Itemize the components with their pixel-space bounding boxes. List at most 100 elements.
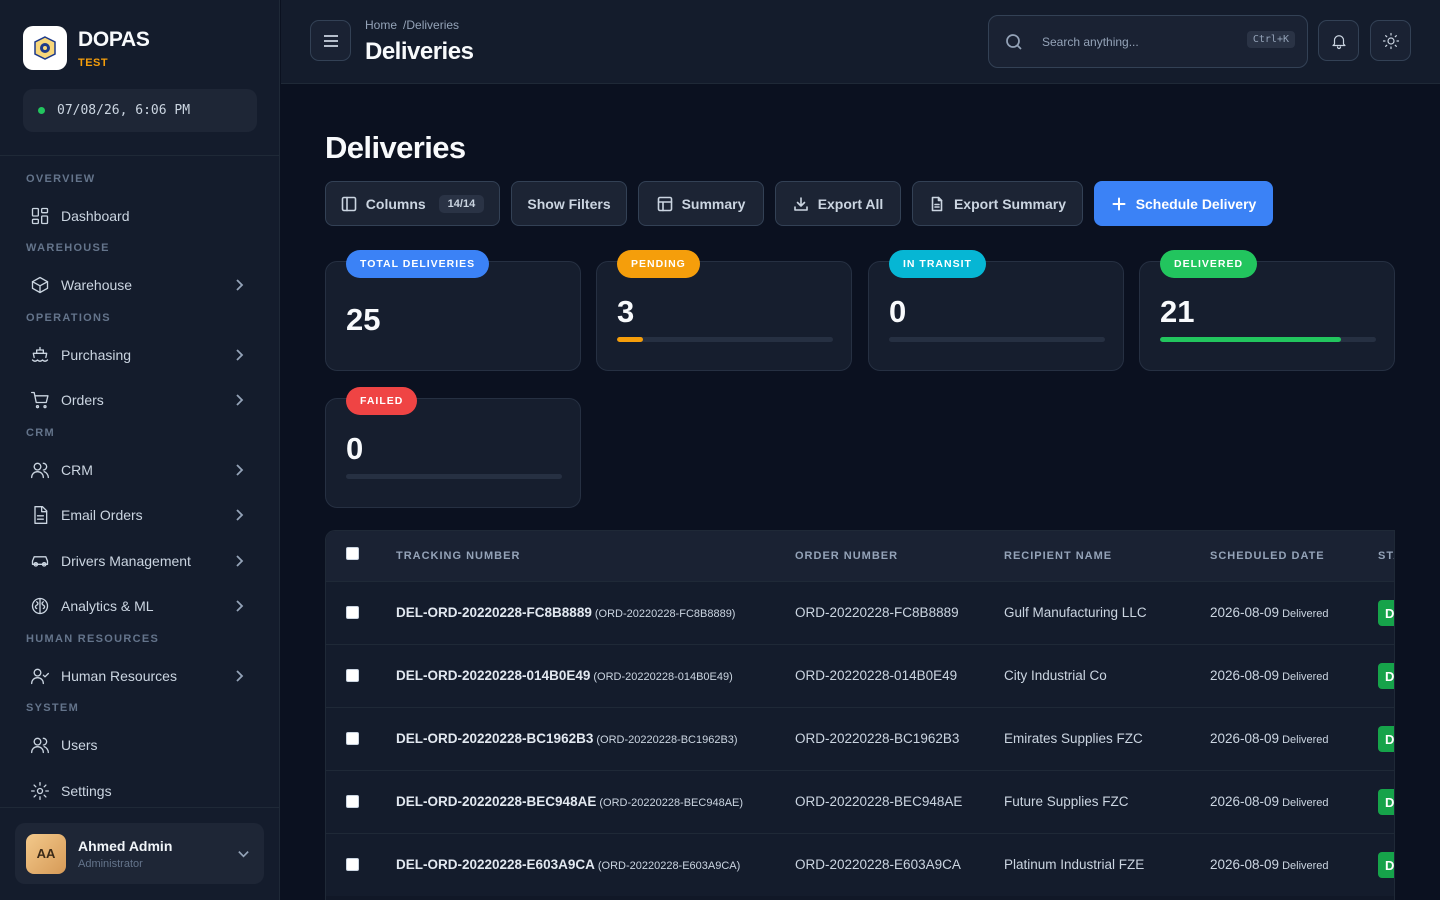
header-title: Deliveries [365,38,474,65]
sidebar-item-email-orders[interactable]: Email Orders [26,500,254,530]
columns-label: Columns [365,195,426,212]
avatar: AA [26,833,66,874]
row-checkbox[interactable] [346,795,359,808]
stat-card-pending[interactable]: PENDING 3 [596,250,852,371]
select-all-checkbox[interactable] [346,547,359,560]
sun-icon [1382,32,1399,49]
schedule-delivery-button[interactable]: Schedule Delivery [1094,181,1273,226]
breadcrumb-home[interactable]: Home [365,18,397,32]
section-label-human-resources: HUMAN RESOURCES [26,633,160,645]
brain-icon [31,597,49,615]
section-label-warehouse: WAREHOUSE [26,242,110,254]
column-header-order[interactable]: ORDER NUMBER [795,550,898,562]
brand[interactable]: DOPAS TEST [23,26,150,70]
recipient-name: City Industrial Co [1004,668,1107,683]
section-label-operations: OPERATIONS [26,312,111,324]
sidebar-item-label: Purchasing [61,347,132,363]
column-header-recipient[interactable]: RECIPIENT NAME [1004,550,1112,562]
scheduled-date: 2026-08-09 Delivered [1210,794,1329,809]
menu-toggle-button[interactable] [310,20,351,61]
sidebar-item-label: Human Resources [61,668,177,684]
sidebar-item-label: Email Orders [61,507,143,523]
stat-value: 25 [346,302,381,337]
clock-text: 07/08/26, 6:06 PM [57,103,191,118]
order-number: ORD-20220228-014B0E49 [795,668,958,683]
sidebar-item-warehouse[interactable]: Warehouse [26,270,254,300]
export-all-label: Export All [817,195,884,212]
tracking-number[interactable]: DEL-ORD-20220228-E603A9CA (ORD-20220228-E… [396,857,740,872]
export-summary-label: Export Summary [953,195,1067,212]
deliveries-table: TRACKING NUMBER ORDER NUMBER RECIPIENT N… [325,530,1395,900]
progress-fill [1160,337,1342,342]
search-shortcut: Ctrl+K [1246,31,1295,48]
notifications-button[interactable] [1318,20,1359,61]
stat-card-failed[interactable]: FAILED 0 [325,387,581,508]
stat-value: 0 [346,431,364,466]
search-box[interactable]: Ctrl+K [988,15,1308,68]
export-all-button[interactable]: Export All [775,181,901,226]
sidebar-item-orders[interactable]: Orders [26,385,254,415]
chevron-right-icon [236,349,244,361]
recipient-name: Platinum Industrial FZE [1004,857,1145,872]
table-row[interactable]: DEL-ORD-20220228-FC8B8889 (ORD-20220228-F… [326,581,1394,644]
sidebar-item-drivers-management[interactable]: Drivers Management [26,546,254,576]
order-number: ORD-20220228-BEC948AE [795,794,963,809]
table-header: TRACKING NUMBER ORDER NUMBER RECIPIENT N… [326,531,1394,581]
sidebar-item-human-resources[interactable]: Human Resources [26,661,254,691]
order-number: ORD-20220228-E603A9CA [795,857,961,872]
row-checkbox[interactable] [346,669,359,682]
chevron-right-icon [236,279,244,291]
row-checkbox[interactable] [346,858,359,871]
recipient-name: Gulf Manufacturing LLC [1004,605,1147,620]
tracking-number[interactable]: DEL-ORD-20220228-FC8B8889 (ORD-20220228-F… [396,605,735,620]
status-badge: D [1378,726,1394,752]
top-bar: Home/Deliveries Deliveries Ctrl+K [281,0,1440,84]
sidebar-item-label: Settings [61,783,112,799]
progress-track [1160,337,1376,342]
tracking-number[interactable]: DEL-ORD-20220228-BC1962B3 (ORD-20220228-B… [396,731,738,746]
tracking-number[interactable]: DEL-ORD-20220228-014B0E49 (ORD-20220228-0… [396,668,733,683]
columns-button[interactable]: Columns 14/14 [325,181,500,226]
sidebar-item-settings[interactable]: Settings [26,776,254,806]
download-icon [793,196,808,211]
user-menu[interactable]: AA Ahmed Admin Administrator [15,823,264,884]
stat-card-delivered[interactable]: DELIVERED 21 [1139,250,1395,371]
sidebar-item-crm[interactable]: CRM [26,455,254,485]
stat-card-in-transit[interactable]: IN TRANSIT 0 [868,250,1124,371]
theme-toggle-button[interactable] [1370,20,1411,61]
page-title: Deliveries [325,130,466,165]
sidebar-item-label: Orders [61,392,104,408]
scheduled-date: 2026-08-09 Delivered [1210,668,1329,683]
chevron-right-icon [236,600,244,612]
date-status: Delivered [1282,860,1329,872]
sidebar-item-analytics[interactable]: Analytics & ML [26,591,254,621]
table-row[interactable]: DEL-ORD-20220228-014B0E49 (ORD-20220228-0… [326,644,1394,707]
bell-icon [1331,34,1346,49]
table-row[interactable]: DEL-ORD-20220228-BC1962B3 (ORD-20220228-B… [326,707,1394,770]
tracking-number[interactable]: DEL-ORD-20220228-BEC948AE (ORD-20220228-B… [396,794,743,809]
column-header-status[interactable]: STA [1378,550,1394,562]
breadcrumb: Home/Deliveries [365,18,459,32]
show-filters-button[interactable]: Show Filters [511,181,627,226]
search-icon [1006,33,1022,50]
show-filters-label: Show Filters [527,195,611,212]
plus-icon [1112,197,1126,210]
stat-card-total[interactable]: TOTAL DELIVERIES 25 [325,250,581,371]
sidebar-item-dashboard[interactable]: Dashboard [26,201,254,231]
table-row[interactable]: DEL-ORD-20220228-BEC948AE (ORD-20220228-B… [326,770,1394,833]
row-checkbox[interactable] [346,606,359,619]
row-checkbox[interactable] [346,732,359,745]
order-number: ORD-20220228-BC1962B3 [795,731,960,746]
summary-label: Summary [681,195,746,212]
table-row[interactable]: DEL-ORD-20220228-E603A9CA (ORD-20220228-E… [326,833,1394,896]
export-summary-button[interactable]: Export Summary [912,181,1083,226]
sidebar-item-label: Dashboard [61,208,130,224]
search-input[interactable] [1042,34,1232,49]
date-status: Delivered [1282,734,1329,746]
sidebar-item-users[interactable]: Users [26,730,254,760]
column-header-tracking[interactable]: TRACKING NUMBER [396,550,520,562]
summary-button[interactable]: Summary [638,181,764,226]
sidebar-item-purchasing[interactable]: Purchasing [26,340,254,370]
column-header-scheduled[interactable]: SCHEDULED DATE [1210,550,1325,562]
file-icon [931,196,943,211]
